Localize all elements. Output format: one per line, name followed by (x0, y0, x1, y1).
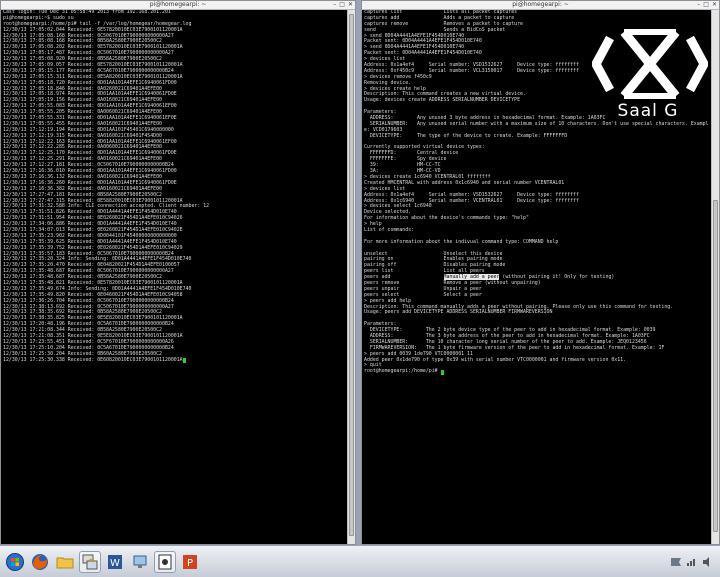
taskbar-putty[interactable] (79, 550, 101, 573)
start-orb-icon (6, 552, 24, 571)
tray-network-icon[interactable] (686, 557, 698, 567)
minimize-icon[interactable]: – (697, 1, 700, 9)
left-scrollbar-thumb[interactable] (349, 14, 354, 536)
svg-text:W: W (110, 558, 120, 569)
text-cursor (440, 370, 444, 376)
tray-volume-icon[interactable] (702, 556, 714, 567)
taskbar-explorer[interactable] (54, 551, 76, 573)
taskbar-powerpoint[interactable]: P (179, 551, 201, 573)
right-scrollbar-thumb[interactable] (713, 200, 718, 532)
left-terminal-window[interactable]: pi@homegearpi: ~ – □ ✕ Last login: Tue D… (0, 0, 356, 545)
taskbar-putty-session[interactable] (154, 550, 176, 573)
logo-text: Saal G (617, 101, 679, 121)
tray-flag-icon[interactable] (670, 557, 682, 567)
right-terminal-title: pi@homegearpi: ~ (512, 1, 569, 8)
taskbar-firefox[interactable] (29, 551, 51, 573)
terminal-line: root@homegearpi:/home/pi# (364, 368, 711, 376)
svg-text:P: P (187, 558, 193, 569)
left-terminal-title: pi@homegearpi: ~ (149, 1, 207, 8)
powerpoint-icon: P (183, 554, 197, 569)
right-terminal-titlebar[interactable]: pi@homegearpi: ~ – □ ✕ (362, 1, 719, 10)
taskbar-word[interactable]: W (104, 551, 126, 573)
text-cursor (182, 358, 186, 364)
maximize-icon[interactable]: □ (339, 1, 345, 9)
close-icon[interactable]: ✕ (712, 1, 717, 9)
left-terminal-titlebar[interactable]: pi@homegearpi: ~ – □ ✕ (1, 1, 355, 10)
right-terminal-scrollbar[interactable] (711, 10, 719, 544)
putty-icon (82, 554, 98, 569)
start-button[interactable] (4, 551, 26, 573)
network-icon (133, 555, 147, 568)
explorer-folder-icon (56, 557, 74, 568)
left-terminal-output[interactable]: Last login: Tue Dec 31 05:58:49 2013 fro… (3, 10, 347, 544)
close-icon[interactable]: ✕ (348, 1, 353, 9)
putty-session-icon (158, 554, 172, 569)
minimize-icon[interactable]: – (333, 1, 336, 9)
firefox-icon (32, 553, 48, 570)
left-terminal-scrollbar[interactable] (347, 10, 355, 544)
maximize-icon[interactable]: □ (703, 1, 709, 9)
taskbar-network[interactable] (129, 551, 151, 573)
taskbar: W P (0, 545, 720, 577)
word-icon: W (108, 554, 122, 569)
system-tray (670, 556, 714, 567)
terminal-line: 12/30/13 17:25:30.338 Received: 0E608200… (3, 357, 347, 364)
